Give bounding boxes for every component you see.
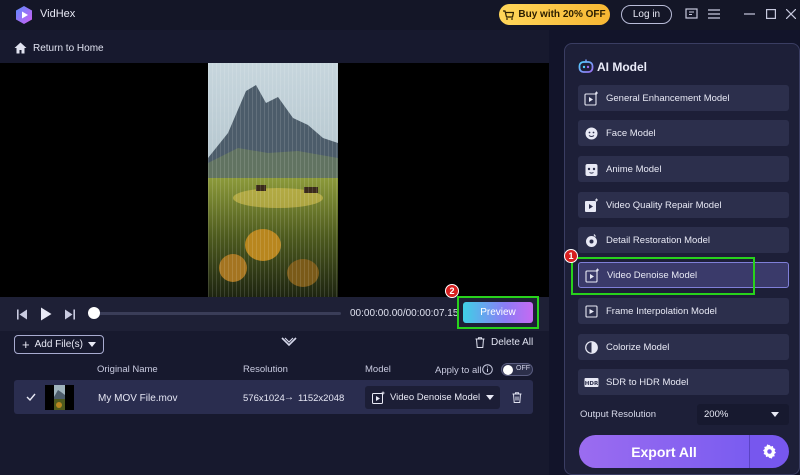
col-resolution: Resolution [243, 364, 288, 375]
model-label: General Enhancement Model [606, 92, 730, 104]
denoise-highlight-box [571, 257, 755, 295]
svg-text:HDR: HDR [585, 381, 599, 387]
return-to-home-link[interactable]: Return to Home [14, 42, 104, 54]
close-icon[interactable] [783, 6, 799, 22]
chevron-down-icon [87, 342, 96, 347]
model-detail-restoration[interactable]: Detail Restoration Model [578, 227, 789, 253]
anime-icon [585, 163, 598, 176]
toggle-knob [503, 365, 513, 375]
hdr-icon: HDR [584, 377, 599, 387]
model-select-label: Video Denoise Model [390, 392, 481, 403]
timecode: 00:00:00.00/00:00:07.15 [350, 308, 459, 319]
progress-track[interactable] [95, 312, 341, 315]
vidhex-logo-icon [16, 6, 32, 24]
delete-all-button[interactable]: Delete All [475, 337, 533, 348]
enhance-icon [584, 91, 598, 106]
check-icon[interactable] [26, 393, 36, 401]
face-icon [585, 127, 598, 139]
resolution-to: 1152x2048 [298, 393, 345, 404]
play-icon[interactable] [40, 307, 52, 324]
skip-forward-icon[interactable] [64, 309, 75, 323]
robot-icon [578, 59, 594, 73]
buy-label: Buy with 20% OFF [518, 9, 606, 20]
add-files-label: Add File(s) [34, 339, 83, 350]
toggle-state: OFF [516, 365, 530, 372]
denoise-icon [372, 391, 385, 404]
step-1-badge: 1 [564, 249, 578, 263]
info-icon[interactable] [482, 364, 493, 375]
feedback-icon[interactable] [683, 6, 699, 22]
model-label: Anime Model [606, 163, 662, 175]
maximize-icon[interactable] [763, 6, 779, 22]
delete-all-label: Delete All [491, 337, 534, 348]
output-resolution-select[interactable]: 200% [697, 404, 789, 425]
collapse-icon[interactable] [281, 337, 297, 350]
chevron-down-icon [771, 412, 779, 417]
progress-handle[interactable] [88, 307, 100, 319]
resolution-arrow: → [284, 392, 294, 403]
home-icon [14, 42, 27, 54]
return-label: Return to Home [33, 42, 104, 54]
title-bar: VidHex Buy with 20% OFF Log in [0, 0, 800, 30]
model-label: Frame Interpolation Model [606, 305, 717, 317]
step-2-badge: 2 [445, 284, 459, 298]
buy-button[interactable]: Buy with 20% OFF [499, 4, 610, 25]
model-video-quality-repair[interactable]: Video Quality Repair Model [578, 192, 789, 218]
ai-model-title: AI Model [597, 60, 647, 74]
plus-icon: + [22, 336, 30, 352]
colorize-icon [585, 340, 598, 354]
model-label: Face Model [606, 127, 656, 139]
repair-icon [585, 198, 598, 212]
model-anime[interactable]: Anime Model [578, 156, 789, 182]
file-name: My MOV File.mov [98, 393, 178, 404]
chevron-down-icon [486, 395, 494, 400]
export-all-button[interactable]: Export All [579, 435, 749, 468]
col-apply-to-all: Apply to all [435, 365, 482, 376]
model-face[interactable]: Face Model [578, 120, 789, 146]
trash-icon [475, 337, 485, 348]
model-frame-interpolation[interactable]: Frame Interpolation Model [578, 298, 789, 324]
model-label: SDR to HDR Model [606, 376, 689, 388]
gear-icon [763, 444, 776, 459]
login-button[interactable]: Log in [621, 5, 672, 24]
col-model: Model [365, 364, 391, 375]
export-settings-button[interactable] [749, 435, 789, 468]
skip-back-icon[interactable] [17, 309, 28, 323]
app-name: VidHex [40, 8, 76, 20]
model-select[interactable]: Video Denoise Model [365, 386, 500, 409]
output-resolution-value: 200% [704, 409, 729, 420]
model-general-enhancement[interactable]: General Enhancement Model [578, 85, 789, 111]
col-original-name: Original Name [97, 364, 158, 375]
preview-button[interactable]: Preview [463, 302, 533, 323]
resolution-from: 576x1024 [243, 393, 285, 404]
video-frame-image [208, 63, 338, 297]
model-colorize[interactable]: Colorize Model [578, 334, 789, 360]
app-window: VidHex Buy with 20% OFF Log in Return to… [0, 0, 800, 475]
output-resolution-label: Output Resolution [580, 409, 657, 420]
model-sdr-to-hdr[interactable]: HDR SDR to HDR Model [578, 369, 789, 395]
detail-icon [586, 233, 597, 247]
cart-icon [503, 9, 515, 20]
minimize-icon[interactable] [741, 6, 757, 22]
model-label: Colorize Model [606, 341, 670, 353]
row-delete-icon[interactable] [512, 392, 522, 403]
file-thumbnail [45, 385, 74, 410]
model-label: Detail Restoration Model [606, 234, 711, 246]
add-files-button[interactable]: + Add File(s) [14, 335, 104, 354]
model-label: Video Quality Repair Model [606, 199, 722, 211]
interpolation-icon [585, 304, 598, 318]
apply-to-all-toggle[interactable]: OFF [501, 363, 533, 376]
menu-icon[interactable] [706, 6, 722, 22]
